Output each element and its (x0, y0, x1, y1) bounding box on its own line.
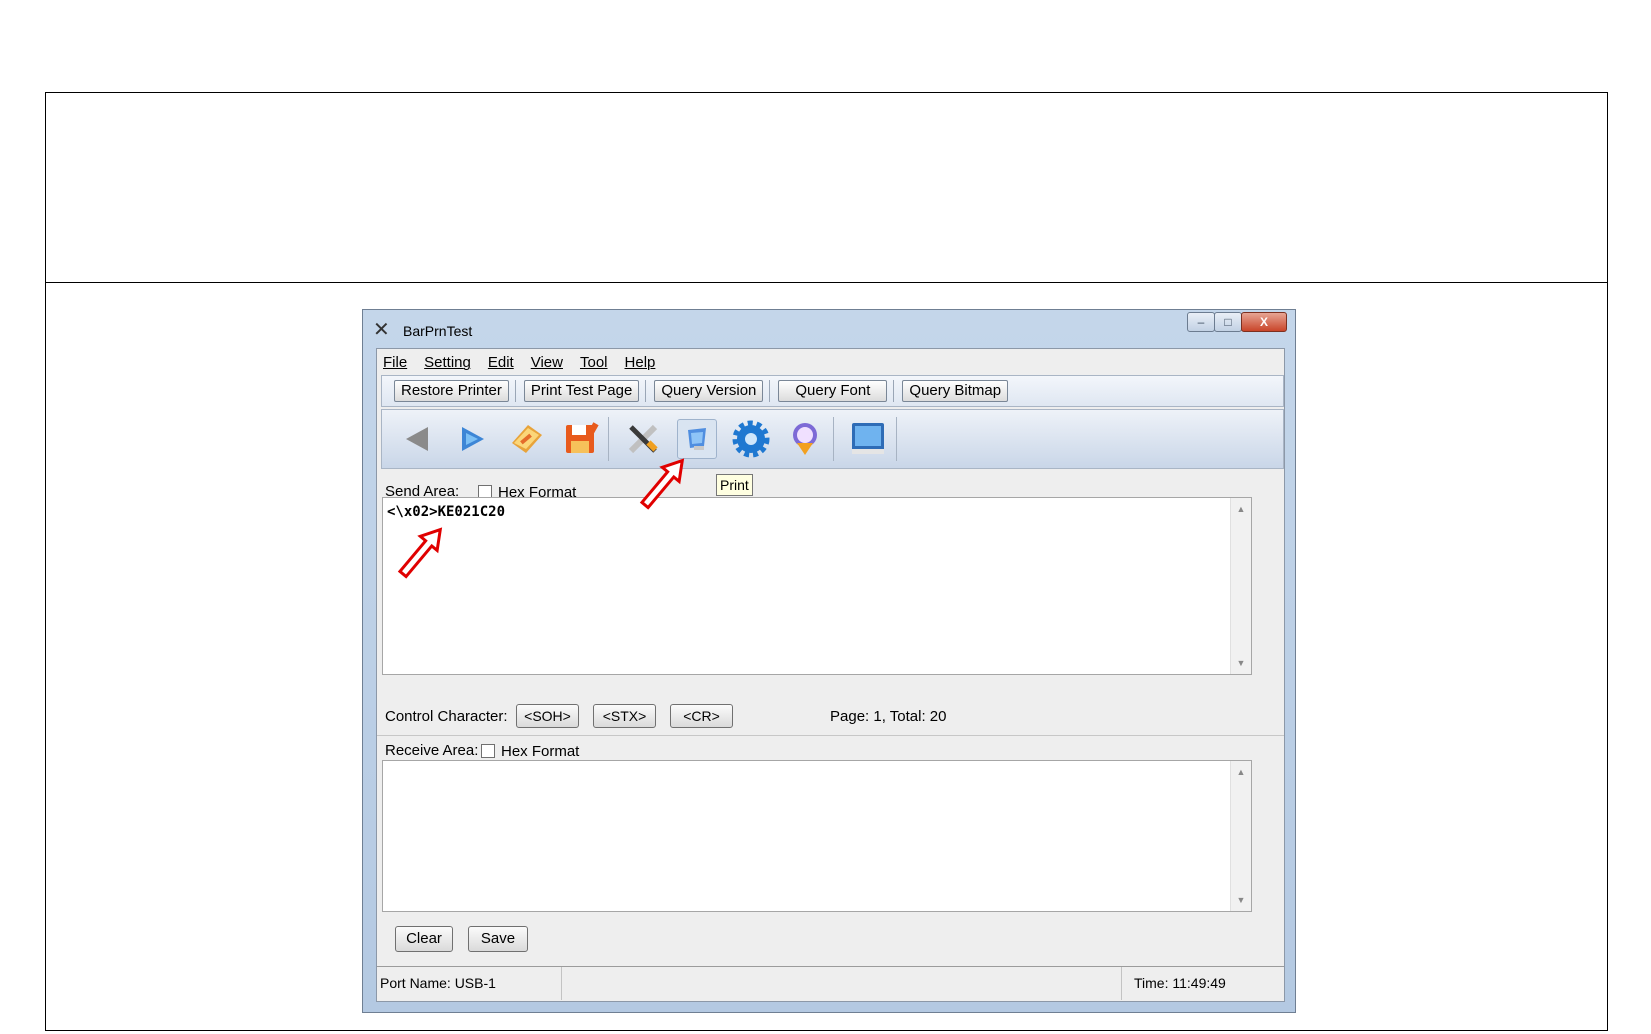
annotation-overlay (397, 458, 685, 579)
annotation-arrow-icon (397, 527, 443, 579)
annotation-arrow-icon (639, 458, 685, 510)
